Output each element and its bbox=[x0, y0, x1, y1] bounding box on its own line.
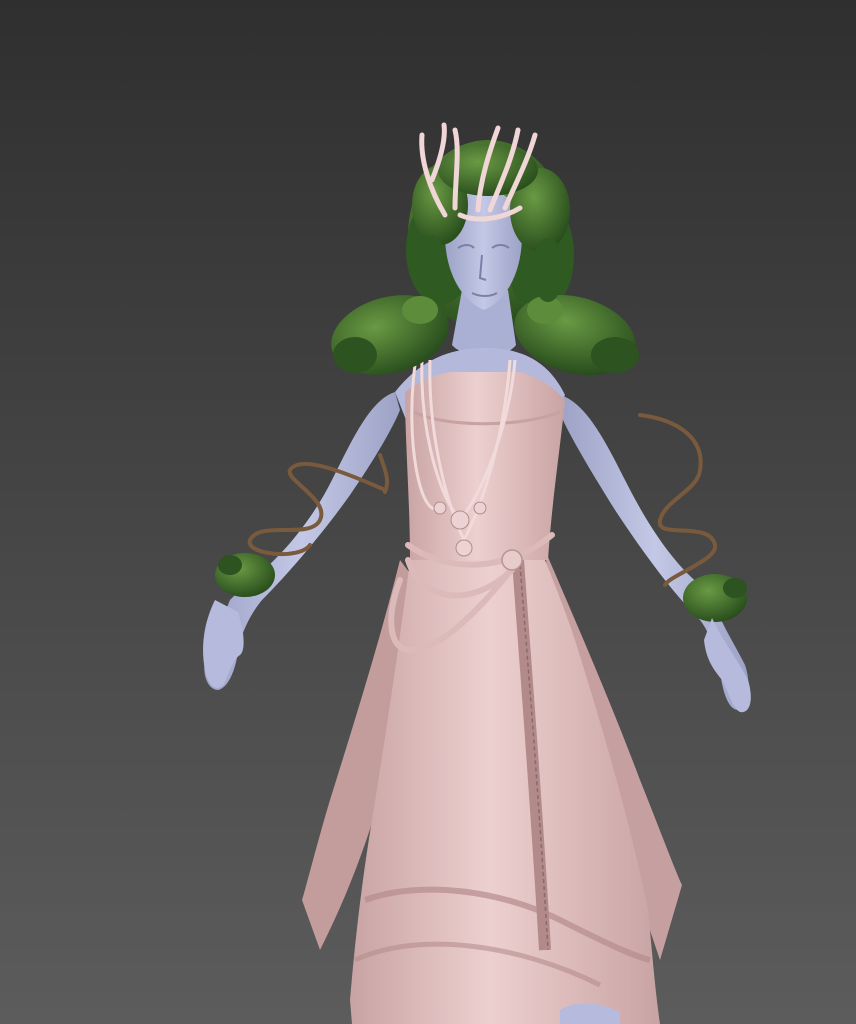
render-canvas bbox=[0, 0, 856, 1024]
leaf-wristband-right bbox=[683, 574, 747, 622]
dress-bodice bbox=[405, 372, 565, 560]
leaf-wristband-left bbox=[215, 553, 275, 597]
viewport-3d[interactable] bbox=[0, 0, 856, 1024]
belt-bead bbox=[501, 549, 523, 571]
